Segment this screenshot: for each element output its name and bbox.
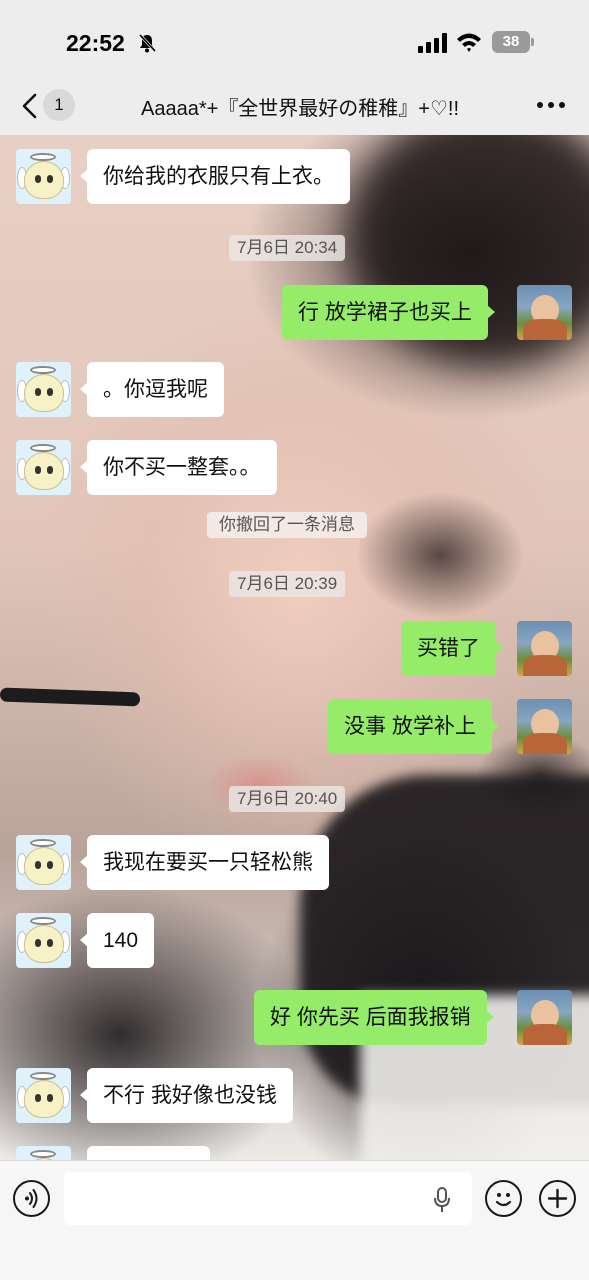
- bell-off-icon: [138, 33, 157, 53]
- emoji-icon: [495, 1193, 512, 1207]
- add-icon: [547, 1188, 568, 1209]
- message-bubble-received[interactable]: 140: [79, 913, 155, 968]
- message-bubble-received[interactable]: 你给我的衣服只有上衣。: [80, 149, 350, 204]
- contact-avatar[interactable]: [16, 835, 71, 890]
- contact-avatar[interactable]: [16, 913, 71, 968]
- status-bar: 22:52 38: [0, 0, 589, 80]
- contact-avatar[interactable]: [16, 1068, 71, 1123]
- voice-icon: [25, 1189, 38, 1208]
- message-bubble-sent[interactable]: 好 你先买 后面我报销: [254, 990, 494, 1045]
- signal-icon: [418, 33, 447, 53]
- mic-icon[interactable]: [432, 1187, 452, 1213]
- back-icon[interactable]: [20, 93, 40, 119]
- self-avatar[interactable]: [517, 285, 572, 340]
- message-bubble-sent[interactable]: 行 放学裙子也买上: [282, 285, 495, 340]
- battery-level: 38: [492, 31, 530, 53]
- message-bubble-received[interactable]: [87, 1146, 210, 1160]
- battery-tip: [531, 38, 534, 46]
- message-list[interactable]: 你给我的衣服只有上衣。 7月6日 20:34 行 放学裙子也买上 。你逗我呢 你…: [0, 135, 589, 1160]
- message-input[interactable]: [64, 1172, 472, 1225]
- contact-avatar[interactable]: [16, 362, 71, 417]
- message-bubble-sent[interactable]: 没事 放学补上: [328, 699, 499, 754]
- message-bubble-received[interactable]: 。你逗我呢: [80, 362, 224, 417]
- status-time: 22:52: [66, 30, 125, 56]
- chat-header: 1 Aaaaa*+『全世界最好の稚稚』+♡!!: [0, 80, 589, 135]
- message-bubble-received[interactable]: 不行 我好像也没钱: [80, 1068, 293, 1123]
- self-avatar[interactable]: [517, 699, 572, 754]
- self-avatar[interactable]: [517, 621, 572, 676]
- add-attachment-button[interactable]: [539, 1180, 576, 1217]
- self-avatar[interactable]: [517, 990, 572, 1045]
- unread-count-badge[interactable]: 1: [43, 89, 75, 121]
- chat-title: Aaaaa*+『全世界最好の稚稚』+♡!!: [140, 98, 460, 120]
- contact-avatar[interactable]: [16, 440, 71, 495]
- input-bar: [0, 1160, 589, 1280]
- contact-avatar[interactable]: [16, 1146, 71, 1160]
- message-timestamp: 7月6日 20:34: [229, 235, 346, 261]
- more-icon[interactable]: [537, 102, 565, 110]
- voice-toggle-button[interactable]: [13, 1180, 50, 1217]
- message-bubble-received[interactable]: 我现在要买一只轻松熊: [80, 835, 329, 890]
- emoji-button[interactable]: [485, 1180, 522, 1217]
- recall-notice: 你撤回了一条消息: [207, 512, 367, 538]
- contact-avatar[interactable]: [16, 149, 71, 204]
- message-bubble-sent[interactable]: 买错了: [401, 621, 503, 676]
- message-timestamp: 7月6日 20:39: [229, 571, 346, 597]
- message-timestamp: 7月6日 20:40: [229, 786, 346, 812]
- battery-icon: 38: [492, 31, 534, 53]
- wifi-icon: [457, 33, 481, 52]
- message-bubble-received[interactable]: 你不买一整套。。: [80, 440, 277, 495]
